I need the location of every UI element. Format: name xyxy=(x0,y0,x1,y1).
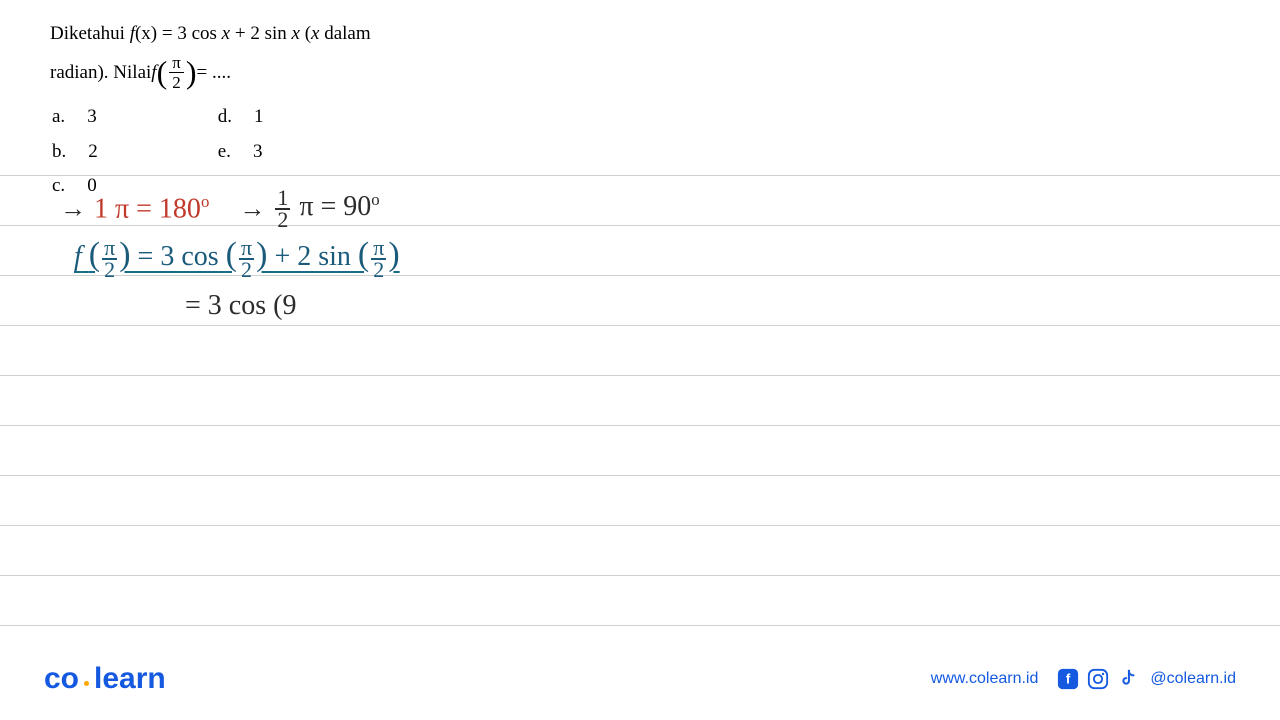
rule-line xyxy=(0,475,1280,476)
hw-blue-text: f ( π 2 ) = 3 cos ( π 2 ) + 2 sin ( π 2 … xyxy=(74,241,400,272)
rule-line xyxy=(0,375,1280,376)
problem-text: Diketahui xyxy=(50,23,130,44)
option-b-letter: b. xyxy=(52,136,66,168)
colearn-logo: co learn xyxy=(44,662,166,696)
handwriting-line-3: = 3 cos (9 xyxy=(185,290,296,322)
option-e: e. 3 xyxy=(218,136,264,168)
hw-frac-3: π 2 xyxy=(371,238,386,280)
hw-paren-l2: ( xyxy=(226,236,237,273)
hw-line3-text: = 3 cos (9 xyxy=(185,290,296,321)
problem-line-1: Diketahui f(x) = 3 cos x + 2 sin x (x da… xyxy=(50,18,1230,50)
problem-line-2: radian). Nilai f ( π 2 ) = .... xyxy=(50,54,1230,91)
paren-right: ) xyxy=(186,60,197,86)
option-d-value: 1 xyxy=(254,101,264,133)
footer: co learn www.colearn.id f @colearn.id xyxy=(0,662,1280,696)
social-handle: @colearn.id xyxy=(1150,670,1236,688)
hw-black-sup: o xyxy=(371,190,379,209)
svg-text:f: f xyxy=(1066,672,1071,687)
paren-left: ( xyxy=(157,60,168,86)
problem-eq: = 3 cos xyxy=(157,23,222,44)
hw-f: f xyxy=(74,241,82,272)
rule-line xyxy=(0,325,1280,326)
social-icons: f @colearn.id xyxy=(1056,667,1236,691)
option-e-letter: e. xyxy=(218,136,231,168)
rule-line xyxy=(0,575,1280,576)
problem-line2-post: = .... xyxy=(196,57,230,89)
hw-red-sup: o xyxy=(201,192,209,211)
hw-paren-l: ( xyxy=(89,236,100,273)
facebook-icon: f xyxy=(1056,667,1080,691)
tiktok-icon xyxy=(1116,667,1140,691)
hw-paren-r2: ) xyxy=(256,236,267,273)
hw-paren-l3: ( xyxy=(358,236,369,273)
hw-frac-d: 2 xyxy=(275,210,290,230)
rule-line xyxy=(0,625,1280,626)
hw-frac1-d: 2 xyxy=(102,260,117,280)
problem-plus: + 2 sin xyxy=(230,23,291,44)
problem-arg: (x) xyxy=(135,23,157,44)
option-e-value: 3 xyxy=(253,136,263,168)
rule-line xyxy=(0,525,1280,526)
website-url: www.colearn.id xyxy=(931,670,1039,688)
frac-den: 2 xyxy=(169,73,184,91)
handwriting-line-1: → 1 π = 180o → 1 2 π = 90o xyxy=(60,188,380,230)
logo-learn: learn xyxy=(94,662,166,696)
hw-red-body: 1 π = 180 xyxy=(94,193,201,224)
hw-frac-1: π 2 xyxy=(102,238,117,280)
hw-paren-r3: ) xyxy=(388,236,399,273)
option-d-letter: d. xyxy=(218,101,232,133)
frac-num: π xyxy=(169,54,184,73)
option-b-value: 2 xyxy=(88,136,98,168)
problem-post: ( xyxy=(300,23,311,44)
hw-paren-r: ) xyxy=(119,236,130,273)
logo-co: co xyxy=(44,662,79,696)
fraction-pi-2: π 2 xyxy=(169,54,184,91)
logo-dot-icon xyxy=(84,681,89,686)
problem-dalam: dalam xyxy=(319,23,370,44)
handwriting-line-2: f ( π 2 ) = 3 cos ( π 2 ) + 2 sin ( π 2 … xyxy=(74,236,400,279)
problem-line2-pre: radian). Nilai xyxy=(50,57,151,89)
hw-eq: = 3 cos xyxy=(138,241,219,272)
option-d: d. 1 xyxy=(218,101,264,133)
option-b: b. 2 xyxy=(52,136,98,168)
problem-x1: x xyxy=(222,23,230,44)
hw-black-body: π = 90 xyxy=(299,191,371,222)
hw-black-text: 1 2 π = 90o xyxy=(273,188,379,230)
rule-line xyxy=(0,175,1280,176)
hw-frac-2: π 2 xyxy=(239,238,254,280)
footer-right: www.colearn.id f @colearn.id xyxy=(931,667,1236,691)
option-a: a. 3 xyxy=(52,101,98,133)
hw-plus: + 2 sin xyxy=(274,241,350,272)
arrow-icon: → xyxy=(239,194,265,224)
problem-x2: x xyxy=(292,23,300,44)
rule-line xyxy=(0,425,1280,426)
hw-red-text: 1 π = 180o xyxy=(94,192,209,225)
hw-frac2-d: 2 xyxy=(239,260,254,280)
arrow-icon: → xyxy=(60,194,86,224)
instagram-icon xyxy=(1086,667,1110,691)
hw-frac3-d: 2 xyxy=(371,260,386,280)
option-a-value: 3 xyxy=(87,101,97,133)
option-a-letter: a. xyxy=(52,101,65,133)
hw-frac-half: 1 2 xyxy=(275,188,290,230)
